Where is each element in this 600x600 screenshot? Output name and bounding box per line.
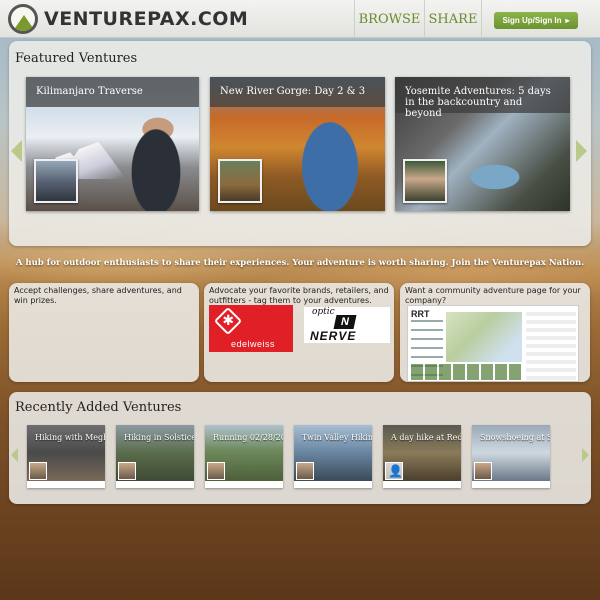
user-avatar[interactable] xyxy=(34,159,78,203)
nav-browse[interactable]: BROWSE xyxy=(354,0,424,38)
logo-text: VENTUREPAX.COM xyxy=(44,8,249,30)
recent-card[interactable]: Running 02/28/2013 xyxy=(205,425,283,488)
optic-label: optic xyxy=(312,307,335,317)
recent-card-title: Running 02/28/2013 xyxy=(213,433,283,442)
preview-map xyxy=(446,312,522,362)
featured-prev-arrow-icon[interactable] xyxy=(11,140,22,162)
featured-title: Featured Ventures xyxy=(15,51,138,66)
featured-card-kilimanjaro[interactable]: Kilimanjaro Traverse xyxy=(26,77,199,211)
optic-nerve-brand-logo[interactable]: optic N NERVE xyxy=(304,307,390,343)
community-page-preview[interactable]: RRT xyxy=(407,305,579,382)
user-avatar[interactable] xyxy=(29,462,47,480)
featured-card-yosemite[interactable]: Yosemite Adventures: 5 days in the backc… xyxy=(395,77,570,211)
recent-card-title: Hiking with Meghan from Fox45 xyxy=(35,433,105,442)
featured-card-title: New River Gorge: Day 2 & 3 xyxy=(210,77,385,107)
recent-card-title: Hiking in Solstice Canyon xyxy=(124,433,194,442)
recent-prev-arrow-icon[interactable] xyxy=(11,448,18,462)
recent-title: Recently Added Ventures xyxy=(15,400,182,415)
featured-next-arrow-icon[interactable] xyxy=(576,140,587,162)
promo-brands-text: Advocate your favorite brands, retailers… xyxy=(209,286,389,305)
rrt-logo: RRT xyxy=(411,309,430,319)
edelweiss-flower-icon xyxy=(213,306,243,336)
recent-card-title: Snowshoeing at Snow Lake xyxy=(480,433,550,442)
featured-card-new-river-gorge[interactable]: New River Gorge: Day 2 & 3 xyxy=(210,77,385,211)
nerve-mark-icon: N xyxy=(333,315,357,329)
user-avatar[interactable] xyxy=(403,159,447,203)
preview-tabs xyxy=(411,364,523,380)
promo-brands-panel[interactable]: Advocate your favorite brands, retailers… xyxy=(204,283,394,382)
site-header: VENTUREPAX.COM BROWSE SHARE Sign Up/Sign… xyxy=(0,0,600,38)
promo-community-panel[interactable]: Want a community adventure page for your… xyxy=(400,283,590,382)
play-arrow-icon: ▸ xyxy=(565,16,570,25)
signup-signin-button[interactable]: Sign Up/Sign In ▸ xyxy=(494,12,578,29)
mountain-logo-icon xyxy=(8,4,38,34)
nav-share[interactable]: SHARE xyxy=(424,0,482,38)
recent-card[interactable]: Hiking in Solstice Canyon xyxy=(116,425,194,488)
signup-label: Sign Up/Sign In xyxy=(502,16,562,25)
recent-card[interactable]: Hiking with Meghan from Fox45 xyxy=(27,425,105,488)
recent-next-arrow-icon[interactable] xyxy=(582,448,589,462)
featured-card-title: Kilimanjaro Traverse xyxy=(26,77,199,107)
site-tagline: A hub for outdoor enthusiasts to share t… xyxy=(15,258,585,268)
featured-ventures-panel: Featured Ventures Kilimanjaro Traverse N… xyxy=(9,41,591,246)
recent-card[interactable]: Snowshoeing at Snow Lake xyxy=(472,425,550,488)
recent-ventures-panel: Recently Added Ventures Hiking with Meg h… xyxy=(9,392,591,504)
promo-challenges-text: Accept challenges, share adventures, and… xyxy=(14,286,182,305)
user-avatar[interactable] xyxy=(207,462,225,480)
user-avatar[interactable] xyxy=(118,462,136,480)
user-avatar[interactable] xyxy=(218,159,262,203)
nerve-label: NERVE xyxy=(310,329,357,343)
featured-card-title: Yosemite Adventures: 5 days in the backc… xyxy=(395,77,570,119)
user-avatar[interactable] xyxy=(474,462,492,480)
user-avatar[interactable] xyxy=(296,462,314,480)
default-user-avatar-icon[interactable] xyxy=(385,462,403,480)
promo-community-text: Want a community adventure page for your… xyxy=(405,286,581,305)
recent-card[interactable]: Twin Valley Hiking Trail xyxy=(294,425,372,488)
edelweiss-brand-logo[interactable]: edelweiss xyxy=(209,305,293,352)
edelweiss-label: edelweiss xyxy=(231,339,276,349)
recent-card-title: Twin Valley Hiking Trail xyxy=(302,433,372,442)
recent-card[interactable]: A day hike at Red River Gorge xyxy=(383,425,461,488)
promo-challenges-panel[interactable]: Accept challenges, share adventures, and… xyxy=(9,283,199,382)
recent-card-title: A day hike at Red River Gorge xyxy=(391,433,461,442)
site-logo[interactable]: VENTUREPAX.COM xyxy=(8,4,248,34)
preview-sidebar xyxy=(526,312,576,380)
